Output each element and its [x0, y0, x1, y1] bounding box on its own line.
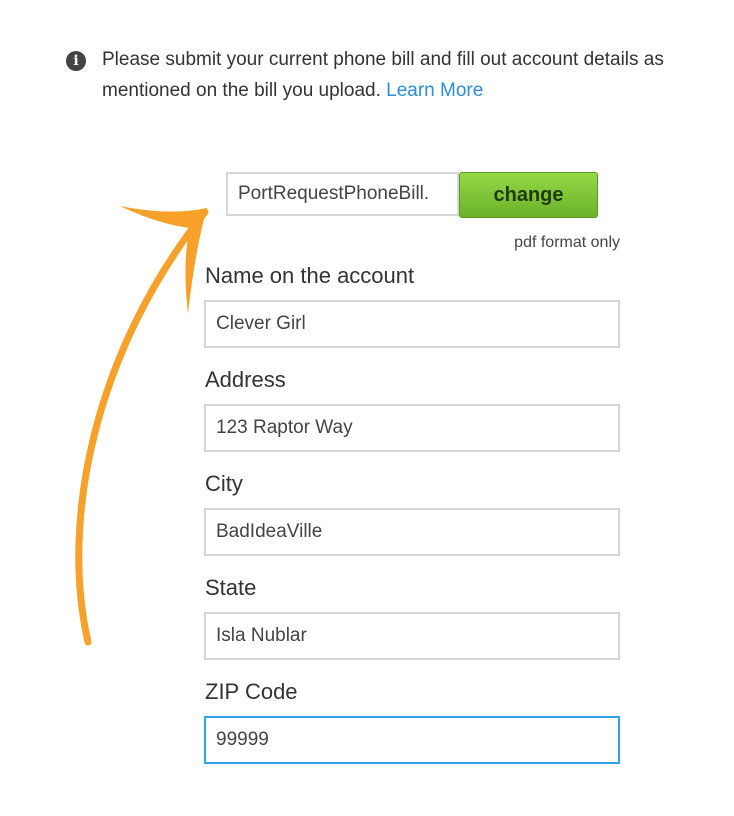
pdf-format-note: pdf format only [514, 234, 620, 251]
name-label: Name on the account [205, 263, 415, 288]
address-input[interactable] [204, 404, 620, 452]
name-input[interactable] [204, 300, 620, 348]
city-label: City [205, 471, 243, 496]
state-label: State [205, 575, 257, 600]
state-input[interactable] [204, 612, 620, 660]
address-label: Address [205, 367, 286, 392]
uploaded-filename-field[interactable]: PortRequestPhoneBill. [226, 172, 459, 216]
city-input[interactable] [204, 508, 620, 556]
zip-input[interactable] [204, 716, 620, 764]
change-file-button[interactable]: change [459, 172, 598, 218]
zip-label: ZIP Code [205, 679, 298, 704]
